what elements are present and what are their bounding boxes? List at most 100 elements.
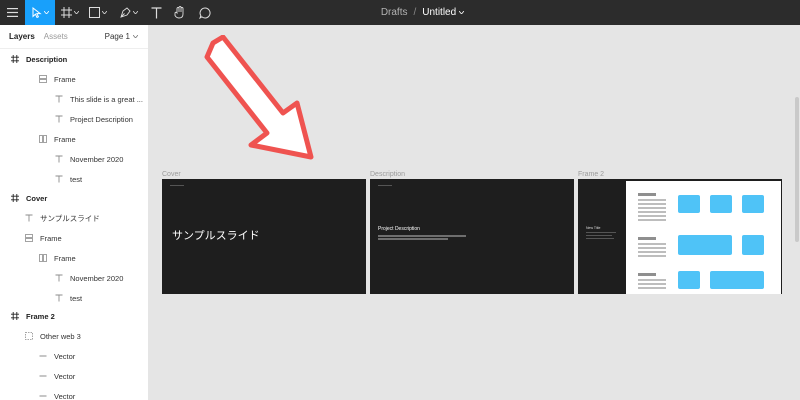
text-layer-icon (54, 114, 64, 124)
wireframe-line (638, 279, 666, 281)
wireframe-heading (638, 273, 656, 276)
frame-label-description[interactable]: Description (370, 171, 405, 178)
layer-text[interactable]: November 2020 (0, 149, 148, 169)
wireframe-line (638, 215, 666, 217)
team-link[interactable]: Drafts (381, 7, 408, 18)
text-layer-icon (54, 94, 64, 104)
hand-tool-button[interactable] (170, 0, 190, 25)
chevron-down-icon (459, 11, 465, 14)
layer-label: Vector (54, 351, 76, 361)
wireframe-line (638, 211, 666, 213)
layer-frame-description[interactable]: Description (0, 49, 148, 69)
wireframe-card (710, 271, 764, 289)
layer-text[interactable]: November 2020 (0, 268, 148, 288)
layer-frame[interactable]: Frame (0, 69, 148, 89)
layer-label: November 2020 (70, 154, 124, 164)
menu-button[interactable] (0, 0, 24, 25)
layer-text[interactable]: test (0, 288, 148, 308)
layer-label: test (70, 293, 83, 303)
vector-line-icon (38, 371, 48, 381)
wireframe-line (638, 251, 666, 253)
wireframe-line (638, 255, 666, 257)
wireframe-line (638, 287, 666, 289)
text-icon (151, 6, 161, 18)
document-title-menu[interactable]: Untitled (422, 7, 465, 18)
auto-layout-vertical-icon (24, 233, 34, 243)
wireframe-card (678, 235, 732, 255)
auto-layout-vertical-icon (38, 74, 48, 84)
vector-line-icon (38, 391, 48, 400)
layer-vector[interactable]: Vector (0, 386, 148, 400)
layer-label: サンプルスライド (40, 213, 100, 223)
shape-tool-button[interactable] (86, 0, 110, 25)
chevron-down-icon (133, 11, 138, 14)
layer-frame[interactable]: Frame (0, 248, 148, 268)
text-layer-icon (54, 154, 64, 164)
layer-vector[interactable]: Vector (0, 366, 148, 386)
layer-label: Cover (26, 193, 48, 203)
move-tool-button[interactable] (25, 0, 55, 25)
layer-text[interactable]: This slide is a great ... (0, 89, 148, 109)
comment-tool-button[interactable] (195, 0, 215, 25)
page-selector-label: Page 1 (104, 32, 130, 41)
layer-instance[interactable]: Other web 3 (0, 326, 148, 346)
toolbar: Drafts / Untitled (0, 0, 800, 25)
wireframe-heading (638, 237, 656, 240)
canvas-scrollbar[interactable] (795, 97, 799, 242)
comment-icon (199, 6, 211, 19)
layer-frame-cover[interactable]: Cover (0, 188, 148, 208)
text-tool-button[interactable] (147, 0, 165, 25)
wireframe-line (638, 247, 666, 249)
tab-layers[interactable]: Layers (9, 32, 35, 41)
wireframe-heading (638, 193, 656, 196)
frame-icon (61, 7, 72, 18)
layer-vector[interactable]: Vector (0, 346, 148, 366)
frame-icon (10, 311, 20, 321)
layers-panel: Layers Assets Page 1 Description Frame T… (0, 25, 149, 400)
frame-cover[interactable]: サンプルスライド (162, 179, 366, 294)
layer-frame[interactable]: Frame (0, 228, 148, 248)
wireframe-card (678, 195, 700, 213)
auto-layout-horizontal-icon (38, 134, 48, 144)
move-icon (32, 7, 42, 18)
frame-2-text-line (586, 235, 612, 236)
pen-tool-button[interactable] (116, 0, 142, 25)
chevron-down-icon (74, 11, 79, 14)
tab-assets[interactable]: Assets (44, 32, 68, 41)
wireframe-mockup (626, 181, 781, 294)
layer-label: Frame (54, 134, 76, 144)
wireframe-card (742, 195, 764, 213)
layer-frame-2[interactable]: Frame 2 (0, 306, 148, 326)
wireframe-line (638, 207, 666, 209)
frame-tool-button[interactable] (58, 0, 82, 25)
layer-label: Frame (54, 74, 76, 84)
text-layer-icon (24, 213, 34, 223)
hand-icon (174, 6, 184, 19)
vector-line-icon (38, 351, 48, 361)
layer-text[interactable]: サンプルスライド (0, 208, 148, 228)
rectangle-icon (89, 7, 100, 18)
frame-label-cover[interactable]: Cover (162, 171, 181, 178)
text-layer-icon (54, 273, 64, 283)
frame-description[interactable]: Project Description (370, 179, 574, 294)
chevron-down-icon (43, 11, 49, 14)
wireframe-line (638, 219, 666, 221)
layer-label: Vector (54, 371, 76, 381)
layer-label: test (70, 174, 83, 184)
layer-text[interactable]: test (0, 169, 148, 189)
page-selector[interactable]: Page 1 (105, 32, 138, 41)
chevron-down-icon (102, 11, 107, 14)
wireframe-line (638, 283, 666, 285)
text-layer-icon (54, 293, 64, 303)
pen-icon (120, 7, 131, 18)
layer-label: Project Description (70, 114, 133, 124)
frame-label-frame-2[interactable]: Frame 2 (578, 171, 604, 178)
component-instance-icon (24, 331, 34, 341)
frame-2-text-line (586, 238, 614, 239)
document-title: Untitled (422, 7, 457, 18)
layer-frame[interactable]: Frame (0, 129, 148, 149)
layer-text[interactable]: Project Description (0, 109, 148, 129)
text-layer-icon (54, 174, 64, 184)
frame-2[interactable]: New Title (578, 179, 782, 294)
canvas[interactable]: Cover Description Frame 2 サンプルスライド Proje… (149, 25, 800, 400)
